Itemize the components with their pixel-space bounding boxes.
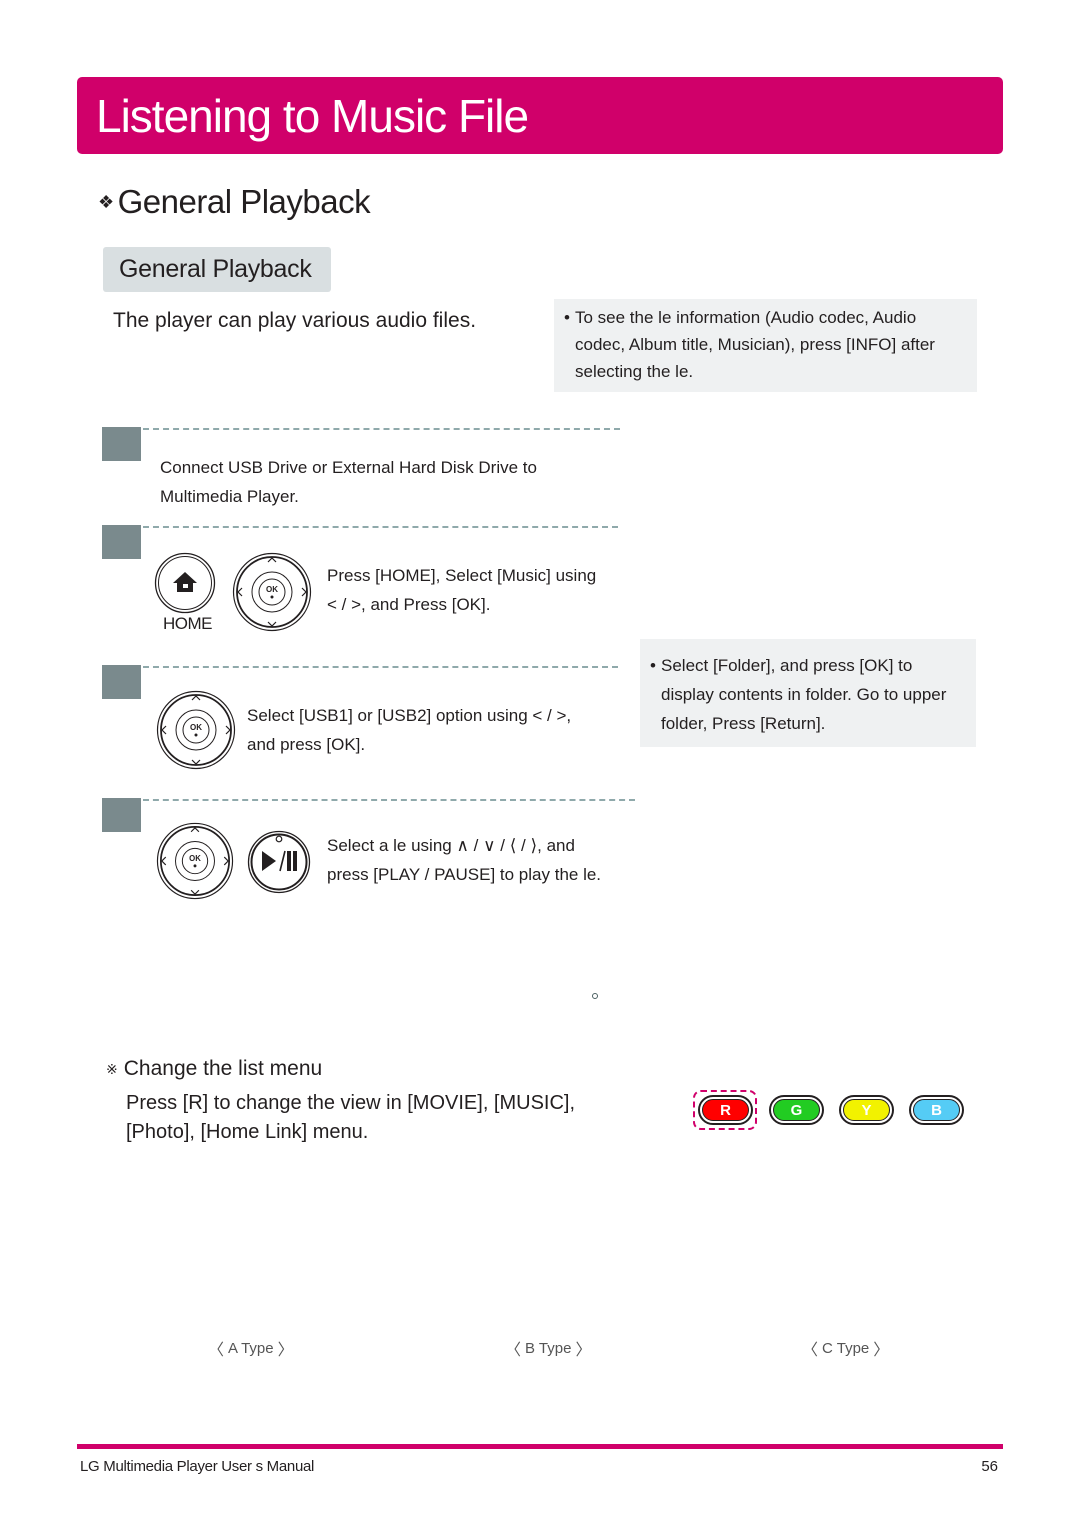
home-button-icon [154,552,216,614]
yellow-y-button[interactable]: Y [839,1095,894,1125]
step-divider [143,666,618,668]
change-list-heading-text: Change the list menu [123,1057,323,1080]
step-line: < / >, and Press [OK]. [327,595,491,614]
chevron-right-icon: 〉 [873,1342,890,1359]
section-heading: ❖ General Playback [98,183,371,221]
step-line: Multimedia Player. [160,487,299,506]
red-r-button-label: R [702,1099,749,1121]
note-line: folder, Press [Return]. [661,714,826,733]
type-a-label: A Type [228,1339,274,1357]
dpad-ok-icon: OK [156,822,234,900]
play-pause-button-icon [247,830,311,894]
body-line: Press [R] to change the view in [MOVIE],… [126,1092,576,1114]
step-1-text: Connect USB Drive or External Hard Disk … [160,453,537,511]
reference-mark-icon: ※ [106,1060,118,1077]
page-title: Listening to Music File [96,90,529,142]
step-3-marker [102,665,141,699]
chevron-left-icon: 〈 [208,1342,225,1359]
footer-manual-name: LG Multimedia Player User s Manual [80,1458,315,1475]
svg-text:OK: OK [190,723,202,732]
diamond-bullet-icon: ❖ [98,191,114,212]
body-line: [Photo], [Home Link] menu. [126,1121,369,1143]
step-line: Press [HOME], Select [Music] using [327,566,597,585]
type-a-caption: 〈 A Type 〉 [208,1336,294,1360]
change-list-heading: ※ Change the list menu [106,1057,322,1081]
svg-text:OK: OK [189,854,201,863]
green-g-button[interactable]: G [769,1095,824,1125]
dpad-ok-icon: OK [156,690,236,770]
step-line: press [PLAY / PAUSE] to play the le. [327,865,602,884]
svg-text:OK: OK [266,585,278,594]
step-1-marker [102,427,141,461]
note-line: selecting the le. [575,362,694,381]
step-line: Select a le using ∧ / ∨ / ⟨ / ⟩, and [327,836,575,855]
folder-note: • Select [Folder], and press [OK] to disp… [640,639,976,747]
chevron-right-icon: 〉 [575,1342,592,1359]
yellow-y-button-label: Y [843,1099,890,1121]
step-4-text: Select a le using ∧ / ∨ / ⟨ / ⟩, and pre… [327,831,601,889]
note-line: display contents in folder. Go to upper [661,685,947,704]
bullet-dot: • [650,656,656,675]
step-line: and press [OK]. [247,735,366,754]
step-divider [143,526,618,528]
step-2-marker [102,525,141,559]
page-title-bar: Listening to Music File [77,77,1003,154]
blue-b-button-label: B [913,1099,960,1121]
chevron-left-icon: 〈 [802,1342,819,1359]
chevron-left-icon: 〈 [505,1342,522,1359]
loading-spinner-icon [592,993,598,999]
type-c-caption: 〈 C Type 〉 [802,1336,889,1360]
type-b-label: B Type [525,1339,572,1357]
type-c-label: C Type [822,1339,870,1357]
step-4-marker [102,798,141,832]
note-line: To see the le information (Audio codec, … [575,308,917,327]
section-heading-text: General Playback [117,183,371,220]
bullet-dot: • [564,308,570,327]
step-3-text: Select [USB1] or [USB2] option using < /… [247,701,571,759]
note-line: codec, Album title, Musician), press [IN… [575,335,935,354]
intro-text: The player can play various audio files. [113,309,477,332]
page-number: 56 [981,1458,998,1475]
step-divider [143,428,620,430]
type-b-caption: 〈 B Type 〉 [505,1336,591,1360]
step-line: Select [USB1] or [USB2] option using < /… [247,706,572,725]
dpad-ok-icon: OK [232,552,312,632]
change-list-body: Press [R] to change the view in [MOVIE],… [126,1089,575,1147]
step-line: Connect USB Drive or External Hard Disk … [160,458,537,477]
note-line: Select [Folder], and press [OK] to [661,656,913,675]
footer-divider [77,1444,1003,1449]
red-r-button[interactable]: R [698,1095,753,1125]
chevron-right-icon: 〉 [277,1342,294,1359]
blue-b-button[interactable]: B [909,1095,964,1125]
info-note: • To see the le information (Audio codec,… [554,299,977,392]
step-2-text: Press [HOME], Select [Music] using < / >… [327,561,596,619]
green-g-button-label: G [773,1099,820,1121]
home-label: HOME [163,614,213,633]
step-divider [143,799,635,801]
sub-section-tag: General Playback [103,247,331,292]
